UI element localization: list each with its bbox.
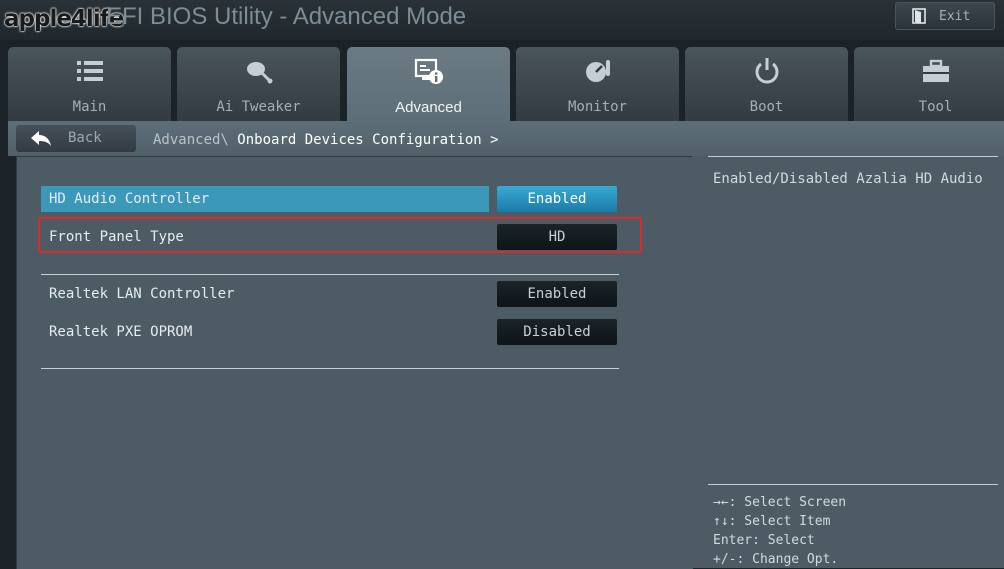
setting-value-button[interactable]: Enabled: [497, 186, 617, 212]
satellite-icon: [246, 62, 272, 84]
tab-label: Ai Tweaker: [216, 99, 301, 115]
breadcrumb-current: Onboard Devices Configuration >: [237, 132, 499, 148]
tab-monitor[interactable]: Monitor: [516, 47, 679, 121]
gauge-icon: [585, 60, 610, 82]
breadcrumb-parent[interactable]: Advanced\: [153, 132, 229, 148]
setting-row-realtek-pxe-oprom[interactable]: Realtek PXE OPROM Disabled: [41, 319, 619, 345]
advanced-settings-icon: [414, 58, 443, 84]
tab-label: Advanced: [395, 99, 462, 116]
tab-tool[interactable]: Tool: [854, 47, 1004, 121]
list-icon: [76, 61, 103, 81]
exit-door-icon: [912, 8, 926, 24]
app-title: EFI BIOS Utility - Advanced Mode: [106, 3, 467, 30]
settings-panel: HD Audio Controller Enabled Front Panel …: [16, 156, 693, 569]
tab-label: Main: [72, 99, 107, 115]
help-description: Enabled/Disabled Azalia HD Audio: [713, 171, 983, 187]
exit-button[interactable]: Exit: [895, 2, 995, 30]
setting-value-button[interactable]: Disabled: [497, 319, 617, 345]
setting-value-button[interactable]: Enabled: [497, 281, 617, 307]
setting-label: Realtek LAN Controller: [49, 286, 235, 302]
tab-boot[interactable]: Boot: [685, 47, 848, 121]
setting-label: Realtek PXE OPROM: [49, 324, 193, 340]
tab-ai-tweaker[interactable]: Ai Tweaker: [177, 47, 340, 121]
section-divider: [41, 274, 619, 275]
tab-label: Monitor: [567, 99, 627, 115]
back-arrow-icon: [31, 131, 51, 146]
toolbox-icon: [922, 59, 949, 82]
tab-advanced[interactable]: Advanced: [347, 47, 510, 121]
key-hint: →←: Select Screen: [713, 495, 847, 510]
back-button[interactable]: Back: [16, 125, 136, 152]
help-divider-top: [708, 156, 998, 157]
key-hint: ↑↓: Select Item: [713, 514, 831, 529]
key-hint: +/-: Change Opt.: [713, 552, 839, 567]
navigation-bar: Back Advanced\ Onboard Devices Configura…: [8, 121, 1004, 156]
tab-main[interactable]: Main: [8, 47, 171, 121]
annotation-highlight-box: [38, 217, 642, 253]
main-tabs: Main Ai Tweaker Advanced Monitor Boot To…: [0, 47, 1004, 121]
setting-row-hd-audio-controller[interactable]: HD Audio Controller Enabled: [41, 186, 619, 212]
key-hints: →←: Select Screen ↑↓: Select Item Enter:…: [713, 493, 846, 569]
title-bar: apple4life EFI BIOS Utility - Advanced M…: [0, 0, 1004, 40]
tab-label: Tool: [918, 99, 953, 115]
setting-label: HD Audio Controller: [49, 191, 210, 207]
key-hint: Enter: Select: [713, 533, 815, 548]
setting-row-realtek-lan-controller[interactable]: Realtek LAN Controller Enabled: [41, 281, 619, 307]
power-icon: [755, 58, 778, 84]
exit-label: Exit: [939, 9, 971, 24]
help-divider: [708, 484, 998, 485]
breadcrumb: Advanced\ Onboard Devices Configuration …: [153, 132, 499, 148]
tab-label: Boot: [749, 99, 784, 115]
section-divider: [41, 368, 619, 369]
back-label: Back: [68, 130, 102, 146]
help-panel: Enabled/Disabled Azalia HD Audio →←: Sel…: [692, 156, 1004, 568]
